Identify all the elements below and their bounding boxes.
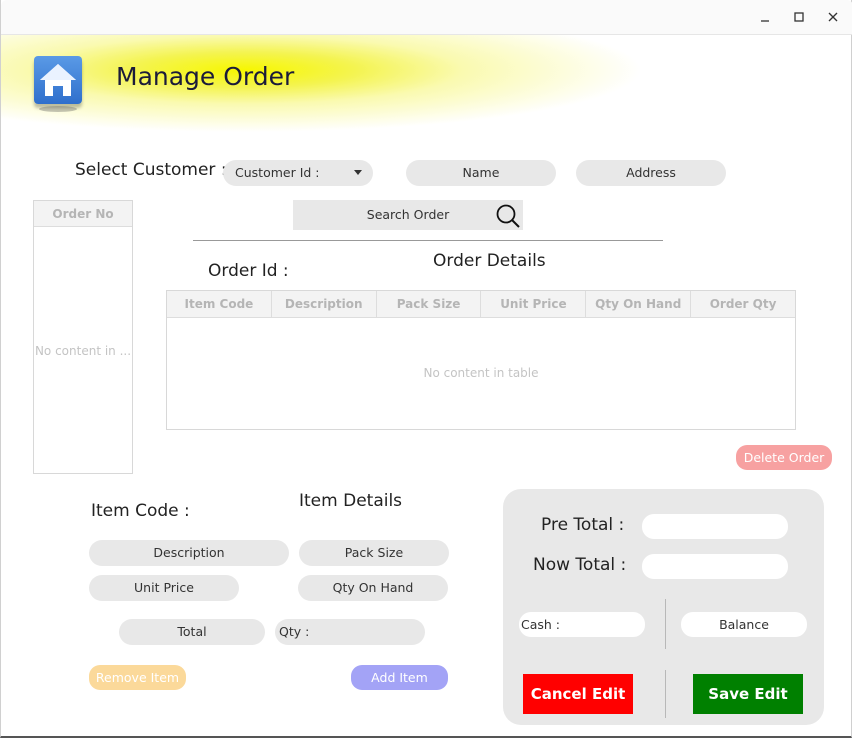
qty-input[interactable]: Qty : (275, 619, 425, 645)
column-header-order-qty[interactable]: Order Qty (691, 291, 795, 317)
customer-id-select-value: Customer Id : (235, 165, 320, 180)
header-banner (1, 35, 641, 135)
column-header-unit-price[interactable]: Unit Price (481, 291, 587, 317)
order-details-table[interactable]: Item Code Description Pack Size Unit Pri… (166, 290, 796, 430)
search-order-label: Search Order (366, 207, 450, 222)
balance-field: Balance (681, 612, 807, 637)
home-icon-shadow (39, 106, 77, 112)
app-window: Manage Order Select Customer : Customer … (0, 0, 852, 738)
divider (665, 670, 666, 718)
column-header-pack-size[interactable]: Pack Size (377, 291, 482, 317)
delete-order-button[interactable]: Delete Order (736, 445, 832, 470)
now-total-label: Now Total : (533, 555, 627, 575)
pre-total-field (642, 514, 788, 539)
home-icon[interactable] (34, 56, 82, 104)
column-header-description[interactable]: Description (272, 291, 377, 317)
now-total-field (642, 554, 788, 579)
totals-panel: Pre Total : Now Total : Cash : Balance C… (503, 489, 824, 725)
item-description-field: Description (89, 540, 289, 566)
table-header: Item Code Description Pack Size Unit Pri… (167, 291, 795, 318)
customer-name-field: Name (406, 160, 556, 186)
select-customer-label: Select Customer : (75, 160, 227, 180)
add-item-button[interactable]: Add Item (351, 665, 448, 690)
minimize-icon[interactable] (753, 6, 777, 28)
order-no-column-header: Order No (34, 201, 132, 227)
remove-item-button[interactable]: Remove Item (89, 665, 186, 690)
table-empty-message: No content in table (423, 366, 539, 380)
page-title: Manage Order (116, 62, 295, 91)
order-list-empty: No content in ... (34, 344, 132, 358)
item-unit-price-field: Unit Price (89, 575, 239, 601)
customer-id-select[interactable]: Customer Id : (223, 160, 373, 186)
item-details-title: Item Details (299, 491, 403, 511)
order-id-label: Order Id : (208, 261, 289, 281)
title-bar (1, 0, 852, 35)
search-order-field[interactable]: Search Order (293, 200, 523, 230)
cash-input[interactable]: Cash : (519, 612, 645, 637)
column-header-item-code[interactable]: Item Code (167, 291, 272, 317)
item-total-field: Total (119, 619, 265, 645)
pre-total-label: Pre Total : (541, 515, 625, 535)
order-details-title: Order Details (433, 251, 546, 271)
column-header-qty-on-hand[interactable]: Qty On Hand (586, 291, 692, 317)
divider (665, 599, 666, 649)
customer-address-field: Address (576, 160, 726, 186)
cancel-edit-button[interactable]: Cancel Edit (523, 674, 633, 714)
separator (193, 240, 663, 241)
chevron-down-icon (353, 160, 363, 195)
save-edit-button[interactable]: Save Edit (693, 674, 803, 714)
item-pack-size-field: Pack Size (299, 540, 449, 566)
search-icon[interactable] (494, 202, 522, 234)
item-qty-on-hand-field: Qty On Hand (298, 575, 448, 601)
close-icon[interactable] (821, 6, 845, 28)
item-code-label: Item Code : (91, 501, 190, 521)
order-list[interactable]: Order No No content in ... (33, 200, 133, 474)
maximize-icon[interactable] (787, 6, 811, 28)
